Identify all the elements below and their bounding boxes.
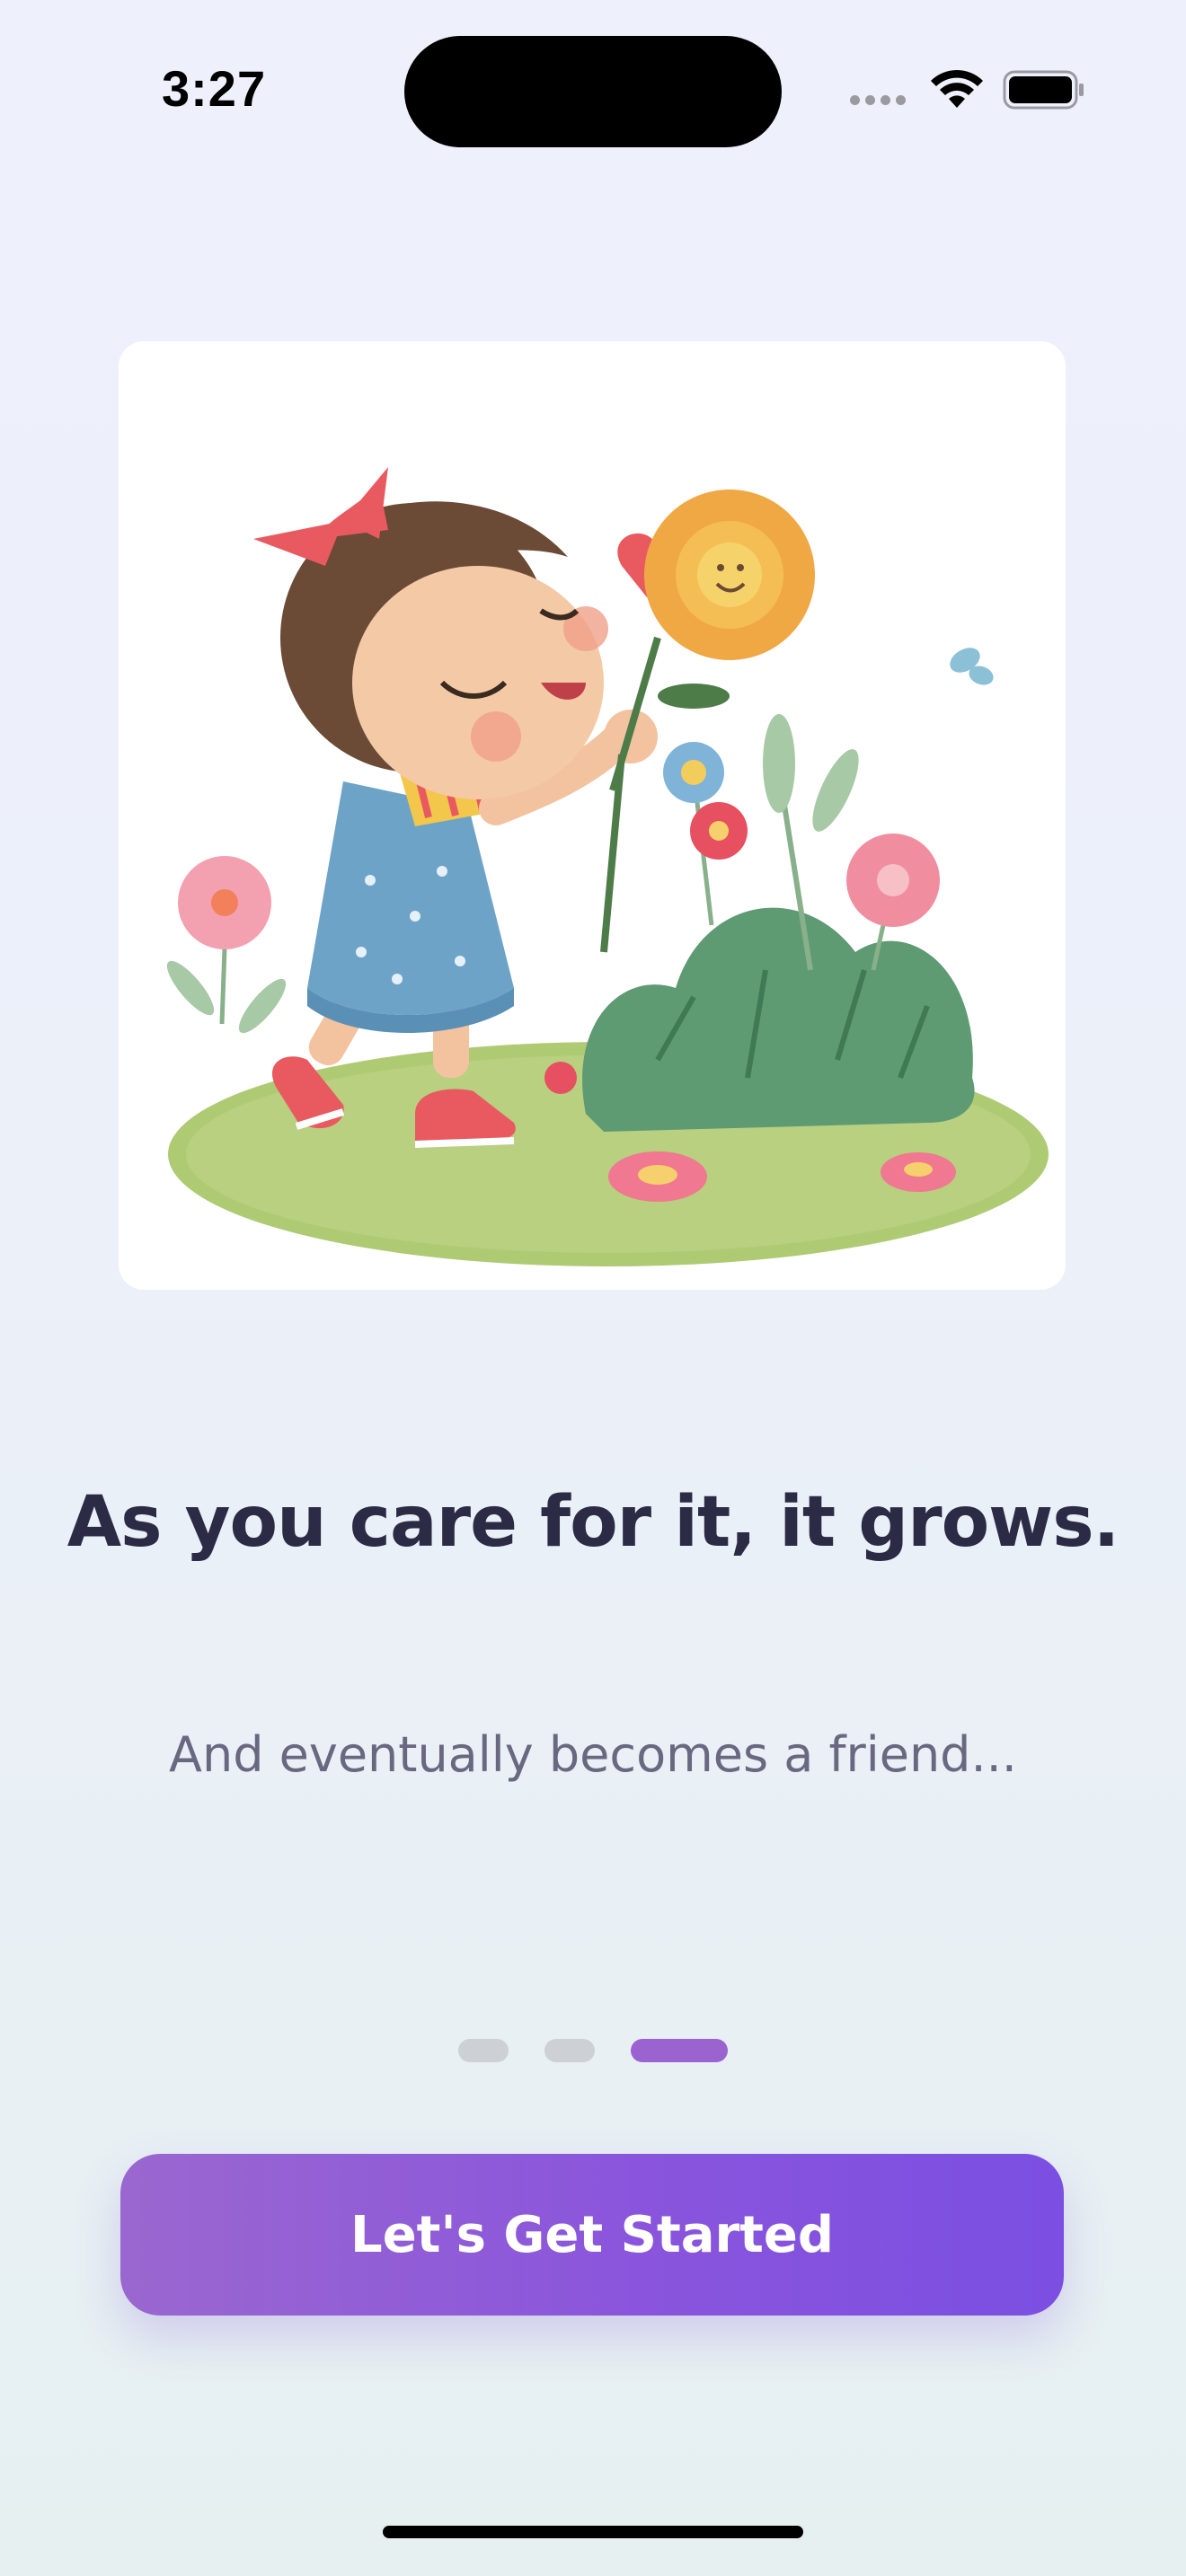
onboarding-illustration [119,341,1066,1290]
onboarding-headline: As you care for it, it grows. [66,1482,1120,1563]
page-dot-1[interactable] [458,2039,509,2062]
wifi-icon [931,69,983,108]
page-dot-3-active[interactable] [631,2039,728,2062]
page-indicator[interactable] [458,2039,728,2062]
page-dot-2[interactable] [544,2039,595,2062]
battery-icon [1003,70,1084,110]
dynamic-island [404,36,782,147]
girl-smelling-flower-illustration [166,467,1049,1266]
get-started-button[interactable]: Let's Get Started [120,2154,1064,2316]
cellular-signal-icon [850,95,907,108]
status-bar: 3:27 [0,0,1186,180]
home-indicator[interactable] [383,2526,803,2538]
onboarding-subtitle: And eventually becomes a friend... [169,1726,1017,1783]
status-time: 3:27 [162,60,267,117]
